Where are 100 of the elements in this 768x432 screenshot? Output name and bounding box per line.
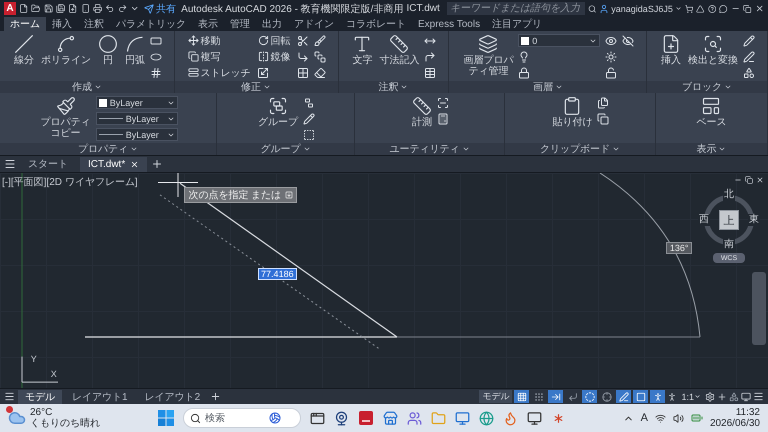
ribbon-tab[interactable]: 挿入 bbox=[46, 17, 78, 31]
tool-button[interactable]: 移動 bbox=[186, 34, 252, 48]
tool-button[interactable]: 貼り付け bbox=[550, 95, 594, 129]
file-upload-icon[interactable] bbox=[68, 3, 78, 14]
menu-icon[interactable] bbox=[4, 391, 15, 402]
tool-button[interactable]: グループ bbox=[256, 95, 300, 129]
files-icon[interactable] bbox=[597, 96, 610, 108]
ribbon-tab[interactable]: ホーム bbox=[4, 17, 46, 31]
tool-button[interactable]: 線分 bbox=[12, 33, 36, 67]
tool-button[interactable]: 鏡像 bbox=[256, 50, 292, 64]
folder-icon[interactable] bbox=[31, 3, 41, 14]
tool-button[interactable]: 回転 bbox=[256, 34, 292, 48]
chat-icon[interactable] bbox=[719, 4, 728, 14]
four-squares-icon[interactable] bbox=[158, 410, 174, 426]
layout-tab[interactable]: モデル bbox=[18, 390, 62, 404]
monitor-icon[interactable] bbox=[741, 392, 751, 402]
copy-icon[interactable] bbox=[597, 112, 610, 124]
webcam-icon[interactable] bbox=[334, 410, 349, 426]
app-icon[interactable] bbox=[358, 410, 374, 426]
model-space-button[interactable]: モデル bbox=[479, 390, 512, 403]
scissors-icon[interactable] bbox=[296, 34, 309, 46]
brush-icon[interactable] bbox=[314, 34, 326, 46]
dropdown[interactable]: ByLayer bbox=[96, 128, 178, 141]
ellipse-icon[interactable] bbox=[150, 50, 162, 62]
eye-off-icon[interactable] bbox=[622, 34, 634, 46]
ungroup-icon[interactable] bbox=[303, 96, 316, 108]
viewport-controls[interactable]: [-][平面図][2D ワイヤフレーム] bbox=[2, 175, 138, 189]
lightbulb-icon[interactable] bbox=[518, 50, 530, 62]
tool-button[interactable]: 計測 bbox=[410, 95, 434, 129]
hatch-icon[interactable] bbox=[150, 66, 162, 78]
user-menu[interactable]: yanagidaSJ6J5 bbox=[599, 4, 682, 14]
layout-tab[interactable]: レイアウト1 bbox=[65, 390, 135, 404]
stack-icon[interactable] bbox=[314, 50, 326, 62]
monitor-icon[interactable] bbox=[527, 410, 542, 426]
ribbon-tab[interactable]: コラボレート bbox=[340, 17, 412, 31]
tool-button[interactable]: 検出と変換 bbox=[686, 33, 740, 67]
tool-button[interactable]: 円 bbox=[96, 33, 120, 67]
add-tab-icon[interactable] bbox=[210, 391, 222, 402]
tool-button[interactable]: ポリライン bbox=[38, 33, 93, 67]
panel-title-button[interactable]: グループ bbox=[217, 143, 354, 155]
search-bar[interactable]: 検索 bbox=[183, 408, 301, 428]
save-icon[interactable] bbox=[44, 3, 53, 14]
window-icon[interactable] bbox=[310, 410, 325, 426]
close-icon[interactable] bbox=[754, 3, 764, 14]
viewcube-top-face[interactable]: 上 bbox=[719, 210, 739, 230]
options-icon[interactable] bbox=[285, 190, 294, 199]
pencil-icon[interactable] bbox=[743, 34, 756, 46]
document-tab[interactable]: スタート bbox=[20, 156, 76, 172]
dropdown[interactable]: ByLayer bbox=[96, 112, 178, 125]
unlock-icon[interactable] bbox=[605, 66, 618, 78]
app-menu-button[interactable]: A bbox=[4, 2, 16, 15]
status-toggle[interactable] bbox=[514, 390, 530, 403]
panel-title-button[interactable]: プロパティ bbox=[0, 143, 216, 155]
store-icon[interactable] bbox=[383, 410, 398, 426]
cart-icon[interactable] bbox=[684, 4, 694, 14]
save-all-icon[interactable] bbox=[56, 3, 66, 14]
menu-icon[interactable] bbox=[753, 391, 764, 402]
tool-button[interactable]: 寸法記入 bbox=[377, 33, 422, 67]
layout-tab[interactable]: レイアウト2 bbox=[138, 390, 208, 404]
tool-button[interactable]: 挿入 bbox=[659, 33, 684, 67]
tool-button[interactable]: 複写 bbox=[186, 50, 252, 64]
restore-icon[interactable] bbox=[743, 4, 752, 14]
tool-button[interactable]: ベース bbox=[694, 95, 728, 129]
ribbon-tab[interactable]: パラメトリック bbox=[110, 17, 192, 31]
tool-button[interactable]: 文字 bbox=[350, 33, 374, 67]
status-toggle[interactable] bbox=[548, 390, 564, 403]
menu-icon[interactable] bbox=[4, 158, 16, 170]
shapes-icon[interactable] bbox=[743, 66, 756, 78]
eraser-icon[interactable] bbox=[314, 66, 326, 78]
close-icon[interactable] bbox=[756, 176, 764, 184]
search-icon[interactable] bbox=[588, 4, 596, 14]
plus-icon[interactable] bbox=[717, 392, 727, 402]
status-toggle[interactable] bbox=[582, 390, 598, 403]
scale-button[interactable]: 1:1 bbox=[679, 392, 703, 402]
panel-title-button[interactable]: 作成 bbox=[0, 81, 174, 93]
printer-icon[interactable] bbox=[92, 3, 102, 14]
restore-icon[interactable] bbox=[745, 176, 753, 184]
length-input-field[interactable]: 77.4186 bbox=[258, 268, 297, 280]
triangle-icon[interactable] bbox=[696, 4, 705, 14]
tool-button[interactable]: 円弧 bbox=[122, 33, 147, 67]
new-file-icon[interactable] bbox=[18, 3, 28, 14]
status-toggle[interactable] bbox=[616, 390, 632, 403]
ribbon-tab[interactable]: 出力 bbox=[256, 17, 288, 31]
tool-button[interactable]: ストレッチ bbox=[186, 66, 252, 80]
panel-title-button[interactable]: 表示 bbox=[656, 143, 768, 155]
grid-icon[interactable] bbox=[296, 66, 309, 78]
tool-button[interactable]: 画層プロパティ管理 bbox=[461, 33, 516, 78]
search-input[interactable]: 検索 bbox=[205, 412, 265, 424]
eye-icon[interactable] bbox=[605, 34, 618, 46]
sun-icon[interactable] bbox=[605, 50, 618, 62]
close-icon[interactable] bbox=[130, 160, 140, 168]
help-icon[interactable] bbox=[708, 4, 716, 14]
share-button[interactable]: 共有 bbox=[142, 2, 178, 16]
scale-icon[interactable] bbox=[256, 66, 269, 78]
dropdown[interactable]: ByLayer bbox=[96, 96, 178, 109]
settings-icon[interactable] bbox=[705, 392, 715, 402]
wifi-icon[interactable] bbox=[654, 412, 666, 424]
people-icon[interactable] bbox=[407, 410, 422, 426]
pen-icon[interactable] bbox=[743, 50, 756, 62]
corner-arrow-icon[interactable] bbox=[296, 50, 309, 62]
